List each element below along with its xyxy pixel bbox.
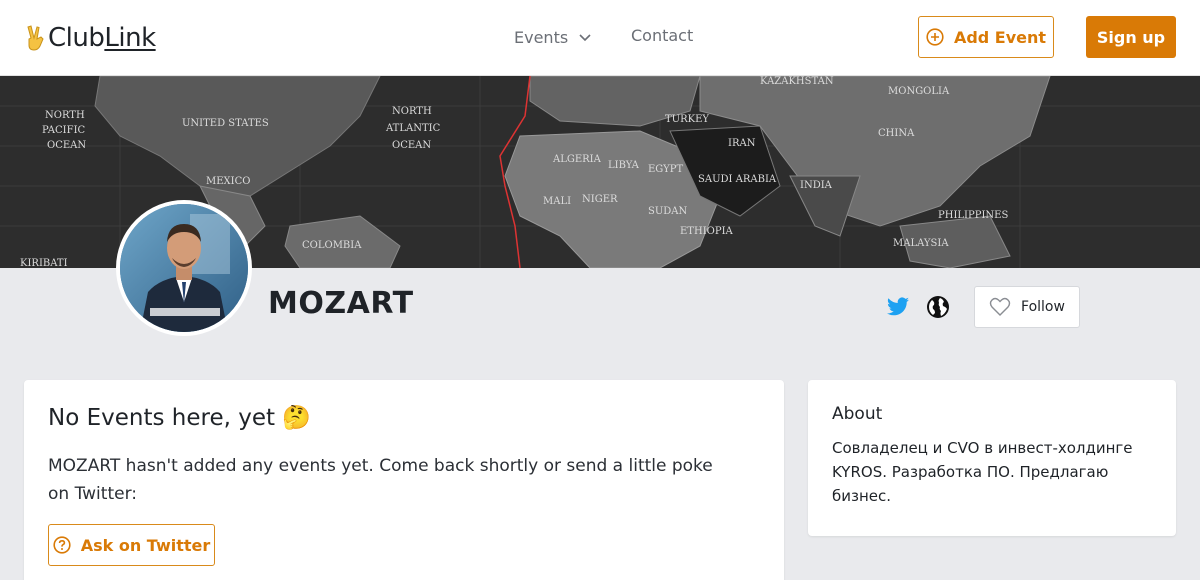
profile-name: MOZART xyxy=(268,286,414,321)
events-empty-message: MOZART hasn't added any events yet. Come… xyxy=(48,456,713,504)
events-card: No Events here, yet 🤔 MOZART hasn't adde… xyxy=(24,380,784,580)
map-label: COLOMBIA xyxy=(302,240,362,251)
add-event-label: Add Event xyxy=(953,27,1047,47)
map-label: OCEAN xyxy=(392,140,431,151)
top-header: ClubLink Events Contact Add Event Sign u… xyxy=(0,0,1200,76)
map-label: OCEAN xyxy=(47,140,86,151)
nav-events-label: Events xyxy=(514,27,569,47)
map-label: MONGOLIA xyxy=(888,86,950,97)
help-circle-icon xyxy=(53,536,71,554)
profile-photo xyxy=(120,204,248,332)
map-label: PACIFIC xyxy=(42,125,86,136)
add-event-button[interactable]: Add Event xyxy=(918,16,1054,58)
ask-on-twitter-button[interactable]: Ask on Twitter xyxy=(48,524,215,566)
follow-label: Follow xyxy=(1021,299,1065,315)
map-label: KIRIBATI xyxy=(20,258,68,268)
nav-events-dropdown[interactable]: Events xyxy=(514,26,592,48)
map-label: NORTH xyxy=(45,110,85,121)
map-label: MALI xyxy=(543,196,571,207)
map-label: PHILIPPINES xyxy=(938,210,1008,221)
map-label: IRAN xyxy=(728,138,756,149)
sign-up-button[interactable]: Sign up xyxy=(1086,16,1176,58)
map-label: CHINA xyxy=(878,128,915,139)
about-card: About Совладелец и CVO в инвест-холдинге… xyxy=(808,380,1176,536)
twitter-icon[interactable] xyxy=(886,295,910,319)
map-label: ALGERIA xyxy=(552,154,602,165)
clublink-logo[interactable]: ClubLink xyxy=(26,20,156,56)
map-label: INDIA xyxy=(800,180,833,191)
map-label: ETHIOPIA xyxy=(680,226,734,237)
chevron-down-icon xyxy=(579,34,591,42)
about-description: Совладелец и CVO в инвест-холдинге KYROS… xyxy=(832,439,1133,505)
map-label: LIBYA xyxy=(608,160,640,171)
map-label: TURKEY xyxy=(665,114,709,125)
about-title: About xyxy=(832,404,883,424)
map-label: MEXICO xyxy=(206,176,250,187)
map-label: SUDAN xyxy=(648,206,688,217)
map-label: ATLANTIC xyxy=(385,123,441,134)
map-label: NORTH xyxy=(392,106,432,117)
map-label: MALAYSIA xyxy=(893,238,949,249)
globe-icon[interactable] xyxy=(926,295,950,319)
map-label: SAUDI ARABIA xyxy=(698,174,777,185)
map-label: EGYPT xyxy=(648,164,683,175)
plus-circle-icon xyxy=(926,28,944,46)
map-label: NIGER xyxy=(582,194,618,205)
map-label: KAZAKHSTAN xyxy=(760,76,834,87)
ask-on-twitter-label: Ask on Twitter xyxy=(80,535,211,555)
heart-outline-icon xyxy=(989,297,1011,316)
logo-wordmark: ClubLink xyxy=(48,23,156,53)
profile-avatar xyxy=(116,200,252,336)
follow-button[interactable]: Follow xyxy=(974,286,1080,328)
nav-contact-link[interactable]: Contact xyxy=(631,26,693,48)
events-empty-title: No Events here, yet 🤔 xyxy=(48,405,311,431)
victory-hand-icon xyxy=(27,25,44,51)
map-label: UNITED STATES xyxy=(182,118,269,129)
